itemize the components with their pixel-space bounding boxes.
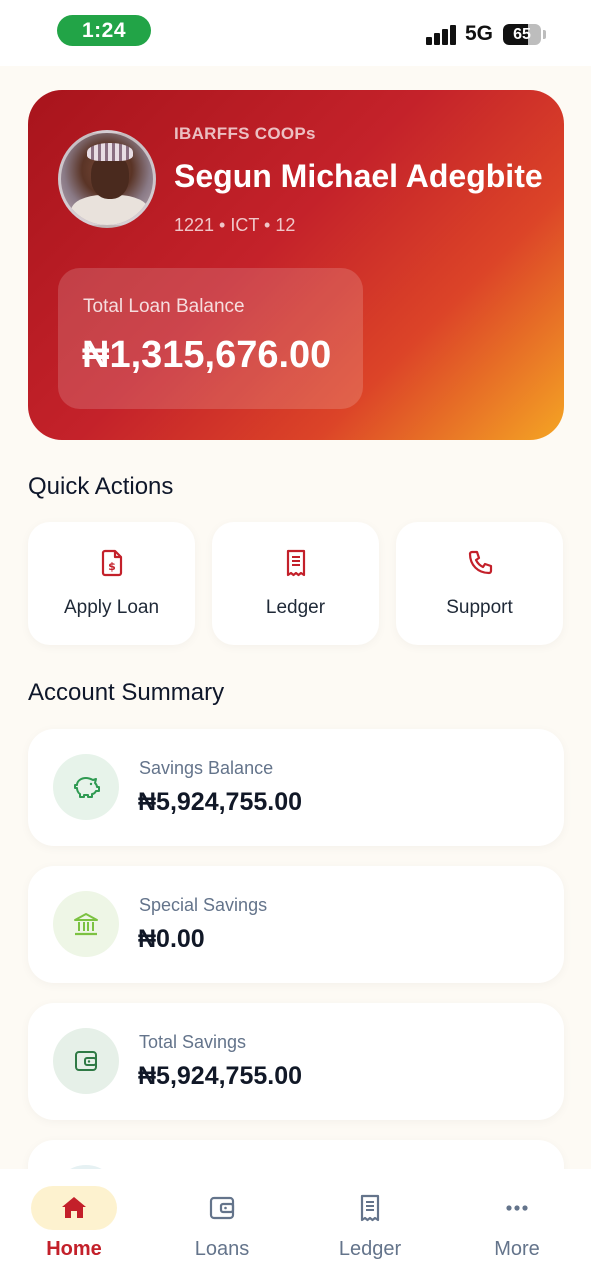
signal-icon [426,25,458,45]
wallet-icon [53,1028,119,1094]
nav-home[interactable]: Home [0,1169,148,1280]
savings-balance-card[interactable]: Savings Balance ₦5,924,755.00 [28,729,564,846]
apply-loan-button[interactable]: $ Apply Loan [28,522,195,645]
nav-more[interactable]: More [443,1169,591,1280]
loan-balance-amount: ₦1,315,676.00 [82,334,332,376]
special-savings-card[interactable]: Special Savings ₦0.00 [28,866,564,983]
network-label: 5G [465,22,494,45]
wallet-icon [209,1196,235,1220]
special-savings-value: ₦0.00 [138,925,205,953]
account-summary-title: Account Summary [28,679,225,706]
avatar[interactable] [58,130,156,228]
receipt-icon [360,1194,380,1222]
status-bar: 1:24 5G 65 [0,0,591,66]
special-savings-label: Special Savings [139,895,268,915]
nav-ledger-label: Ledger [338,1238,402,1260]
apply-loan-label: Apply Loan [63,597,160,618]
battery-level: 65 [513,25,531,43]
savings-balance-label: Savings Balance [139,758,274,778]
receipt-icon [286,549,305,577]
bank-icon [53,891,119,957]
member-meta: 1221 • ICT • 12 [174,215,296,235]
member-name: Segun Michael Adegbite [174,158,543,194]
home-screen: 1:24 5G 65 IBARFFS COOPs Segun Michael A… [0,0,591,1280]
support-label: Support [446,597,513,618]
total-savings-card[interactable]: Total Savings ₦5,924,755.00 [28,1003,564,1120]
quick-actions-title: Quick Actions [28,473,174,500]
home-icon [62,1197,86,1218]
nav-more-label: More [494,1238,540,1260]
total-savings-value: ₦5,924,755.00 [138,1062,303,1090]
svg-text:$: $ [108,560,116,573]
profile-card: IBARFFS COOPs Segun Michael Adegbite 122… [28,90,564,440]
org-name: IBARFFS COOPs [174,124,316,143]
total-savings-label: Total Savings [139,1032,247,1052]
nav-home-label: Home [46,1238,102,1260]
savings-balance-value: ₦5,924,755.00 [138,788,303,816]
support-button[interactable]: Support [396,522,563,645]
piggy-bank-icon [53,754,119,820]
phone-icon [468,550,492,575]
loan-document-icon: $ [101,549,122,577]
loan-balance-label: Total Loan Balance [83,296,245,317]
nav-ledger[interactable]: Ledger [296,1169,444,1280]
loan-balance-box: Total Loan Balance ₦1,315,676.00 [58,268,363,409]
battery-icon: 65 [503,24,541,45]
status-time: 1:24 [57,15,151,46]
bottom-nav: Home Loans Ledger More [0,1169,591,1280]
more-icon [506,1205,528,1211]
nav-loans-label: Loans [194,1238,250,1260]
ledger-label: Ledger [265,597,326,618]
nav-loans[interactable]: Loans [148,1169,296,1280]
battery-nub [543,30,546,39]
ledger-button[interactable]: Ledger [212,522,379,645]
